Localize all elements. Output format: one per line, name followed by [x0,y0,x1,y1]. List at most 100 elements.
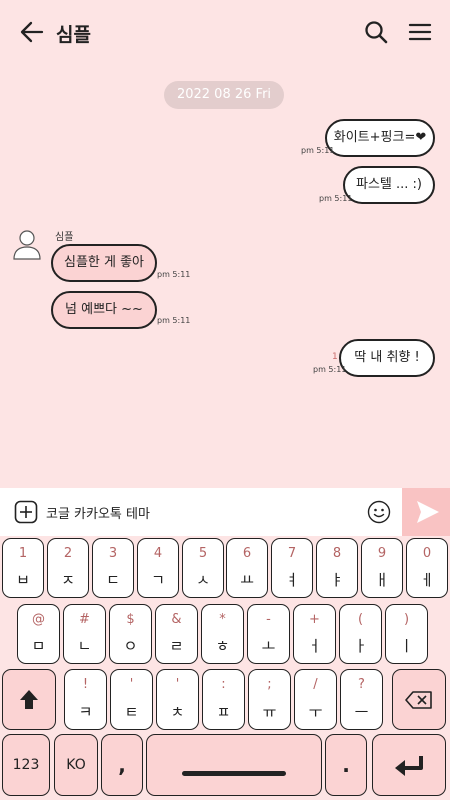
key-label: ㅜ [308,703,323,721]
language-key[interactable]: KO [54,734,98,796]
key-ㅎ[interactable]: * ㅎ [201,604,244,664]
period-key[interactable]: . [325,734,367,796]
emoji-button[interactable] [367,500,391,524]
key-ㅛ[interactable]: 6ㅛ [226,538,268,598]
key-hint: 8 [332,546,342,561]
message-bubble-incoming[interactable]: 심플한 게 좋아 [51,244,157,282]
key-label: ㅡ [354,703,369,721]
enter-arrow-icon [395,756,423,776]
message-bubble-incoming[interactable]: 넘 예쁘다 ~~ [51,291,157,329]
key-ㅣ[interactable]: ) ㅣ [385,604,428,664]
default-profile-icon [13,230,41,260]
key-hint: & [171,612,182,627]
menu-button[interactable] [406,18,434,46]
shift-arrow-icon [20,689,38,709]
key-hint: ' [129,677,134,692]
key-ㅅ[interactable]: 5ㅅ [182,538,224,598]
attach-button[interactable] [14,500,38,524]
key-hint: ? [358,677,365,692]
message-time: pm 5:11 [157,316,191,325]
avatar[interactable] [12,228,42,260]
key-ㅌ[interactable]: ' ㅌ [110,669,153,730]
message-time: pm 5:11 [301,146,335,155]
key-ㄱ[interactable]: 4ㄱ [137,538,179,598]
key-ㅁ[interactable]: @ ㅁ [17,604,60,664]
key-label: . [342,753,350,777]
key-hint: 6 [242,546,252,561]
key-label: ㅓ [307,637,322,655]
key-ㄴ[interactable]: # ㄴ [63,604,106,664]
key-label: ㅌ [124,703,139,721]
key-label: ㄹ [169,637,184,655]
message-bubble-outgoing[interactable]: 파스텔 ... :) [343,166,435,204]
key-ㅈ[interactable]: 2ㅈ [47,538,89,598]
sender-name: 심플 [55,232,74,243]
key-hint: - [266,612,271,627]
key-label: ㅑ [330,571,344,589]
send-button[interactable] [402,488,450,536]
numbers-key[interactable]: 123 [2,734,50,796]
key-ㅏ[interactable]: (ㅏ [339,604,382,664]
key-label: 123 [12,757,40,773]
key-label: ㄴ [77,637,92,655]
key-label: ㄱ [151,571,165,589]
key-ㅓ[interactable]: + ㅓ [293,604,336,664]
keyboard: 1ㅂ 2ㅈ 3ㄷ 4ㄱ 5ㅅ 6ㅛ 7ㅕ 8ㅑ 9ㅐ 0ㅔ @ ㅁ # ㄴ $ ㅇ &… [0,536,450,800]
key-ㅕ[interactable]: 7ㅕ [271,538,313,598]
unread-count: 1 [332,352,338,362]
enter-key[interactable] [372,734,446,796]
message-bubble-outgoing[interactable]: 딱 내 취향 ! [339,339,435,377]
key-ㄹ[interactable]: & ㄹ [155,604,198,664]
key-ㅐ[interactable]: 9ㅐ [361,538,403,598]
key-label: ㅐ [375,571,389,589]
key-ㅜ[interactable]: / ㅜ [294,669,337,730]
key-ㅊ[interactable]: ' ㅊ [156,669,199,730]
key-ㅇ[interactable]: $ ㅇ [109,604,152,664]
shift-key[interactable] [2,669,56,730]
key-label: ㅠ [262,703,277,721]
key-label: ㅇ [123,637,138,655]
key-hint: 2 [63,546,73,561]
key-hint: 1 [18,546,28,561]
key-label: ㅗ [261,637,276,655]
key-label: ㅣ [399,637,414,655]
spacebar-icon [182,771,286,776]
key-label: ㅏ [353,637,368,655]
key-hint: 5 [198,546,208,561]
key-label: ㅎ [215,637,230,655]
key-label: ㅁ [31,637,46,655]
message-time: pm 5:11 [157,270,191,279]
key-label: ㅕ [285,571,299,589]
space-key[interactable] [146,734,322,796]
key-ㅋ[interactable]: ! ㅋ [64,669,107,730]
key-ㄷ[interactable]: 3ㄷ [92,538,134,598]
message-time: pm 5:11 [319,194,353,203]
chat-header: 심플 [0,0,450,64]
back-button[interactable] [18,18,46,46]
arrow-left-icon [20,21,44,43]
search-icon [365,21,388,44]
key-ㅡ[interactable]: ? ㅡ [340,669,383,730]
backspace-key[interactable] [392,669,446,730]
key-label: ㅛ [240,571,254,589]
key-ㅑ[interactable]: 8ㅑ [316,538,358,598]
key-hint: $ [126,612,135,627]
message-bubble-outgoing[interactable]: 화이트+핑크=❤ [325,119,435,157]
search-button[interactable] [362,18,390,46]
key-ㅗ[interactable]: -ㅗ [247,604,290,664]
key-hint: : [221,677,226,692]
key-hint: ; [267,677,272,692]
comma-key[interactable]: , [101,734,143,796]
key-hint: 4 [153,546,163,561]
message-input[interactable] [46,498,346,526]
key-hint: ! [82,677,89,692]
key-label: , [118,753,126,777]
key-label: ㅈ [61,571,75,589]
key-ㅂ[interactable]: 1ㅂ [2,538,44,598]
key-ㅔ[interactable]: 0ㅔ [406,538,448,598]
key-label: ㅊ [170,703,185,721]
key-ㅍ[interactable]: :ㅍ [202,669,245,730]
key-hint: @ [32,612,45,627]
hamburger-menu-icon [408,23,432,41]
key-ㅠ[interactable]: ; ㅠ [248,669,291,730]
